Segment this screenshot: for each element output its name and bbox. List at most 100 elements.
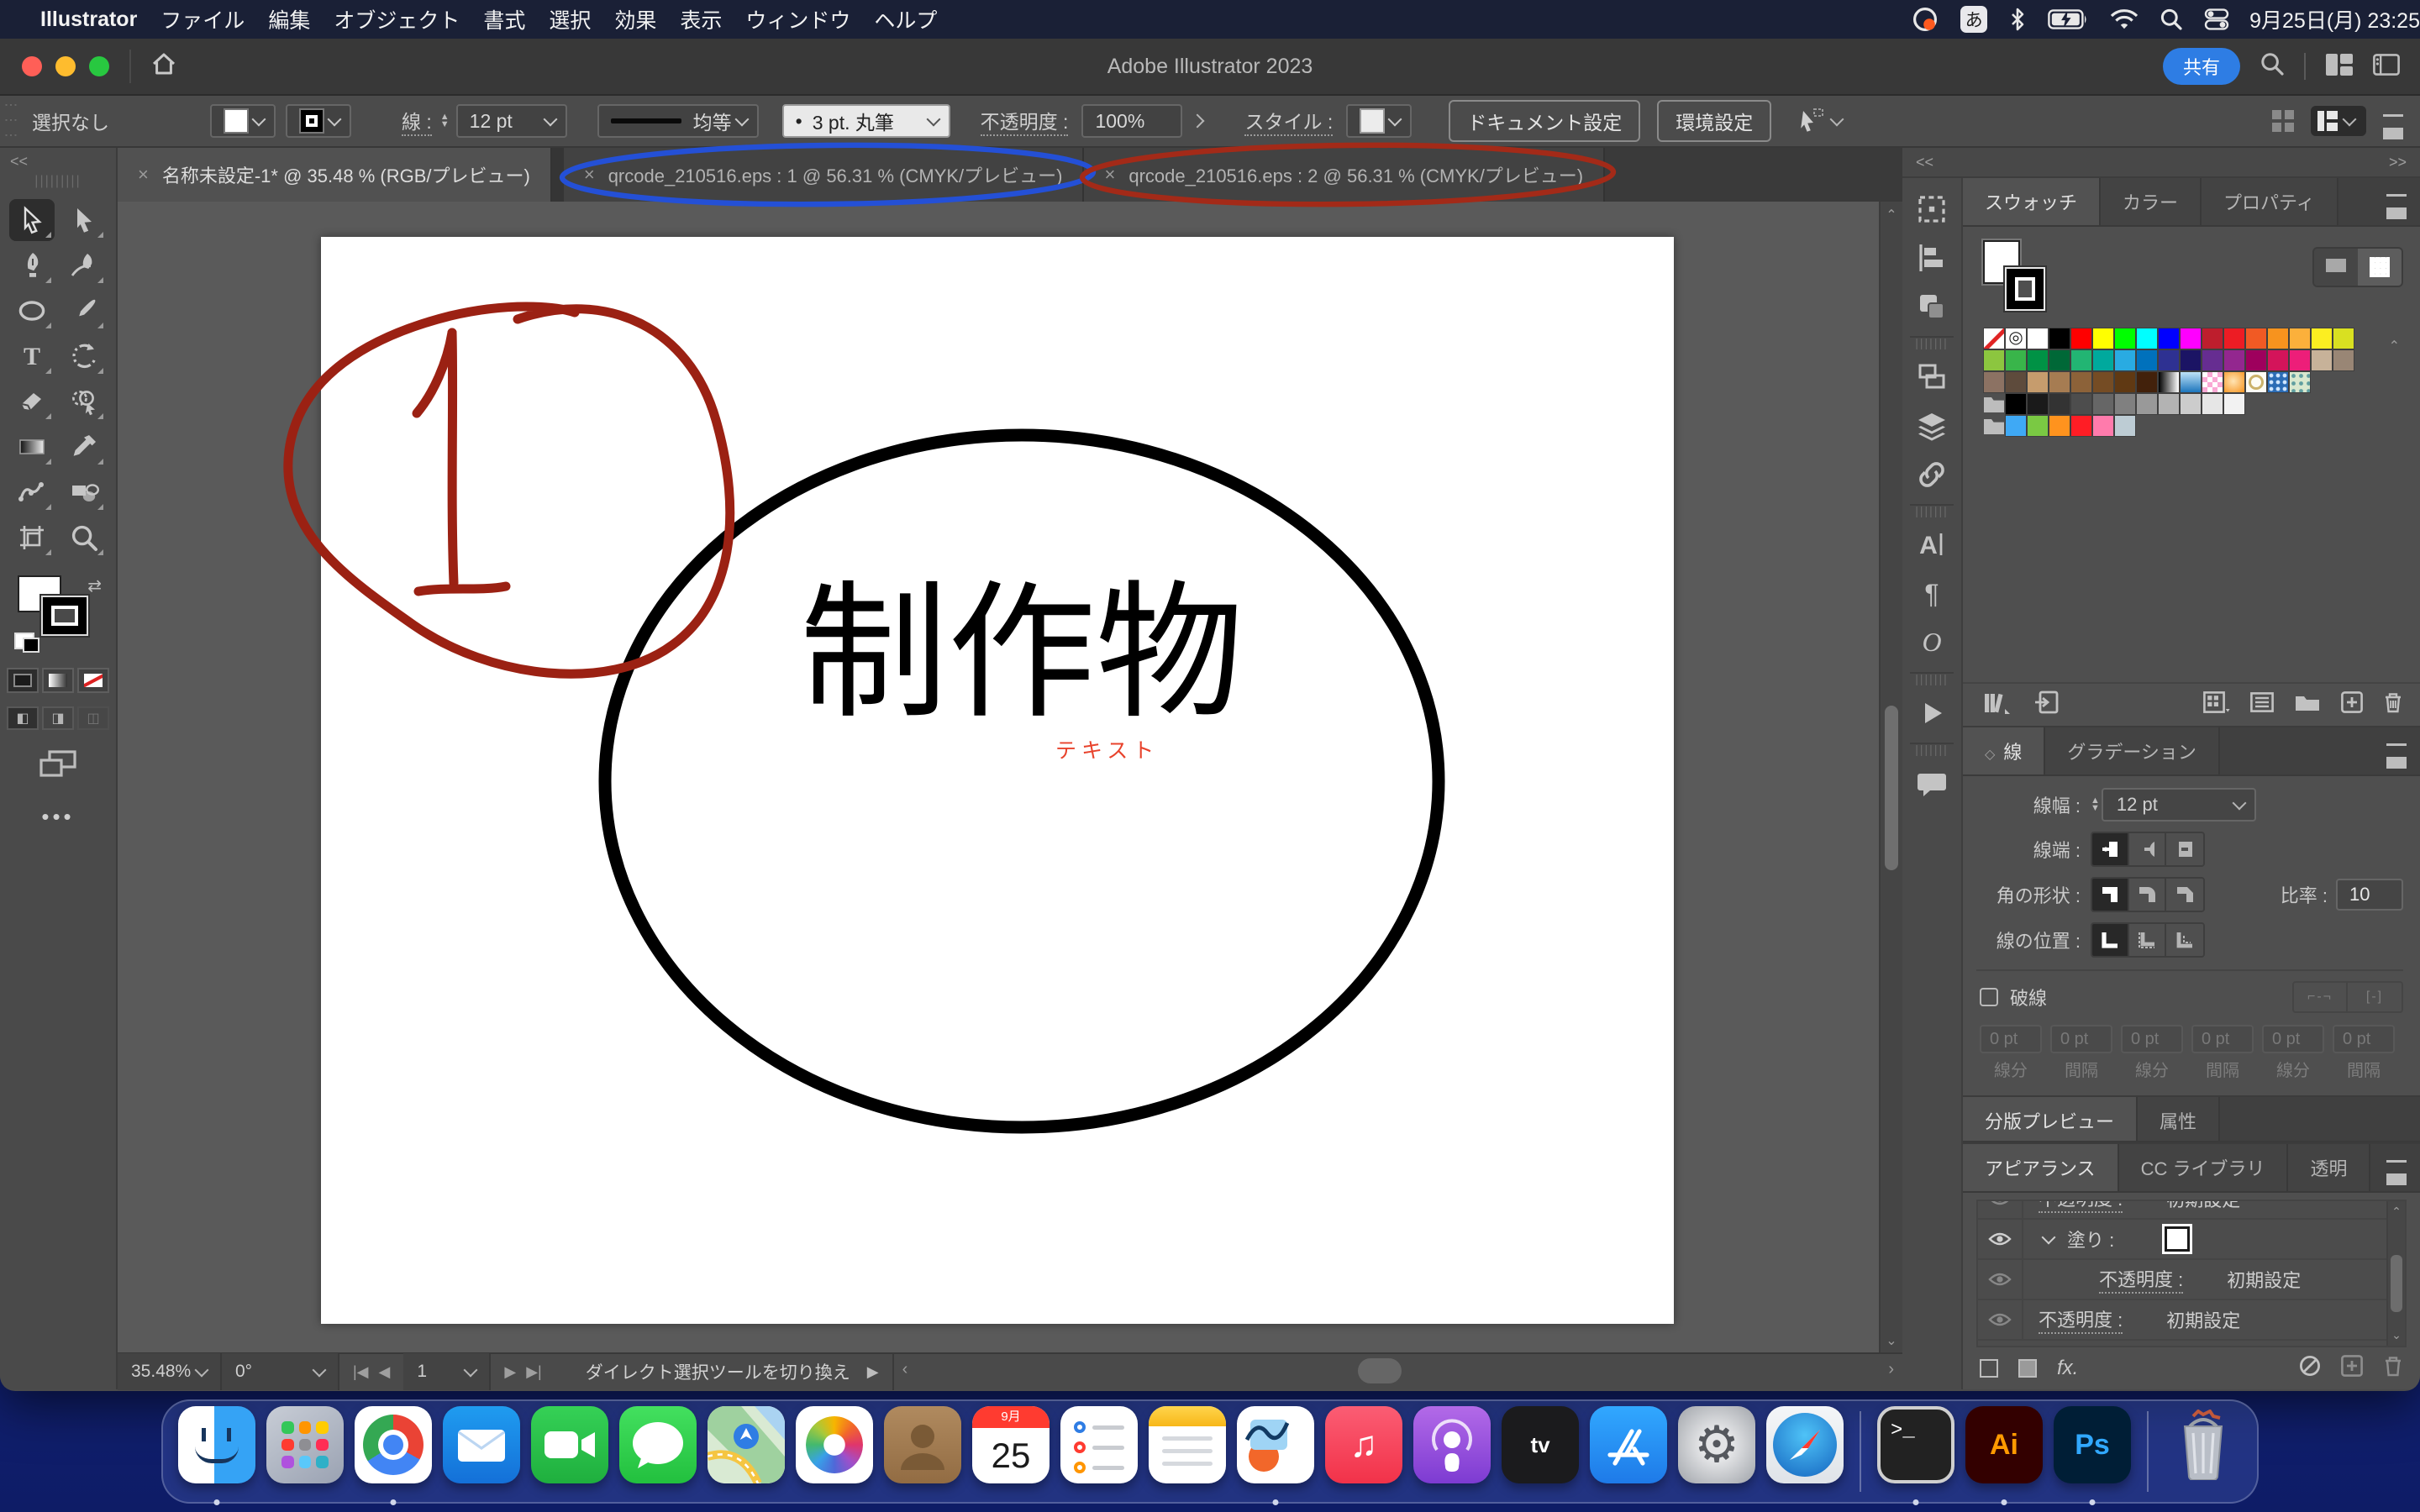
swatch-000000[interactable]: [2005, 393, 2027, 415]
cap-butt-icon[interactable]: [2092, 833, 2129, 865]
pen-tool[interactable]: [9, 244, 55, 286]
stroke-proxy[interactable]: [41, 596, 88, 636]
swatch-0071BC[interactable]: [2136, 349, 2158, 371]
control-center-icon[interactable]: [2204, 8, 2229, 30]
scroll-left-icon[interactable]: ‹: [902, 1360, 908, 1379]
swatch-3FA9F5[interactable]: [2005, 415, 2027, 437]
rotate-tool[interactable]: [61, 335, 107, 377]
spotlight-icon[interactable]: [2160, 8, 2182, 30]
swatch-B3B3B3[interactable]: [2158, 393, 2180, 415]
type-tool[interactable]: T: [9, 335, 55, 377]
document-tab-2[interactable]: ×qrcode_210516.eps : 1 @ 56.31 % (CMYK/プ…: [564, 148, 1085, 202]
swatch-F2F2F2[interactable]: [2223, 393, 2245, 415]
edit-toolbar-icon[interactable]: •••: [41, 804, 74, 830]
swatch-39B54A[interactable]: [2005, 349, 2027, 371]
brush-dropdown[interactable]: •3 pt. 丸筆: [782, 104, 950, 138]
stroke-width-dropdown[interactable]: 12 pt: [456, 104, 567, 138]
tab-gradient[interactable]: グラデーション: [2045, 727, 2220, 774]
shape-builder-tool[interactable]: [61, 381, 107, 423]
swatch-D4145A[interactable]: [2267, 349, 2289, 371]
swatch-29ABE2[interactable]: [2114, 349, 2136, 371]
ellipse-tool[interactable]: [9, 290, 55, 332]
new-stroke-icon[interactable]: [1980, 1359, 1998, 1378]
swatch-libraries-icon[interactable]: [1983, 690, 2013, 719]
panel-toggle-icon[interactable]: [2373, 51, 2400, 82]
swatch-E6E6E6[interactable]: [2202, 393, 2223, 415]
swatch-pat-green[interactable]: [2289, 371, 2311, 393]
swatch-FFFF00[interactable]: [2092, 328, 2114, 349]
stroke-color-dropdown[interactable]: [286, 104, 351, 138]
opacity-field[interactable]: 100%: [1081, 104, 1182, 138]
style-label[interactable]: スタイル :: [1244, 106, 1333, 136]
swatches-fill-stroke-proxy[interactable]: [1983, 240, 2060, 311]
swatches-panel-menu-icon[interactable]: [2386, 191, 2407, 213]
align-panel-icon[interactable]: [1907, 234, 1957, 282]
menu-効果[interactable]: 効果: [614, 9, 656, 33]
dock-mail[interactable]: [443, 1406, 520, 1497]
tab-swatches[interactable]: スウォッチ: [1963, 178, 2101, 225]
swatch-0000FF[interactable]: [2158, 328, 2180, 349]
appearance-scroll-up-icon[interactable]: ⌃: [2388, 1205, 2405, 1219]
dock-trash[interactable]: [2165, 1406, 2242, 1497]
swatch-999999[interactable]: [2136, 393, 2158, 415]
dock-podcasts[interactable]: [1413, 1406, 1491, 1497]
swatch-registration[interactable]: ◎: [2005, 328, 2027, 349]
workspace-switcher-icon[interactable]: [2326, 51, 2353, 82]
swatch-808080[interactable]: [2114, 393, 2136, 415]
dock-finder[interactable]: [178, 1406, 255, 1497]
document-tab-3[interactable]: ×qrcode_210516.eps : 2 @ 56.31 % (CMYK/プ…: [1084, 148, 1605, 202]
swatch-00FFFF[interactable]: [2136, 328, 2158, 349]
dashed-line-checkbox[interactable]: [1980, 988, 1998, 1006]
fill-color-chip[interactable]: [2165, 1226, 2190, 1252]
horizontal-scroll-thumb[interactable]: [1358, 1358, 1402, 1383]
close-window-button[interactable]: [22, 56, 42, 76]
expand-fill-icon[interactable]: [2042, 1231, 2056, 1245]
stroke-weight-dropdown[interactable]: 12 pt: [2102, 788, 2256, 822]
clear-appearance-icon[interactable]: [2299, 1355, 2321, 1382]
character-panel-icon[interactable]: A: [1907, 521, 1957, 570]
dock-photoshop[interactable]: Ps: [2054, 1406, 2131, 1497]
scroll-up-icon[interactable]: ⌃: [1886, 207, 1897, 223]
selection-tool[interactable]: [9, 199, 55, 241]
align-center-icon[interactable]: [2092, 924, 2129, 956]
document-tab-1[interactable]: ×名称未設定-1* @ 35.48 % (RGB/プレビュー): [118, 148, 552, 202]
arrange-documents-icon[interactable]: [2272, 110, 2294, 132]
tab-transparency[interactable]: 透明: [2288, 1144, 2370, 1191]
swatch-scroll-icon[interactable]: ⌃: [2389, 338, 2400, 354]
direct-selection-tool[interactable]: [61, 199, 107, 241]
comments-panel-icon[interactable]: [1907, 759, 1957, 808]
swatch-grad-bw[interactable]: [2158, 371, 2180, 393]
visibility-eye-icon[interactable]: [1978, 1231, 2022, 1247]
swatch-C69C6D[interactable]: [2027, 371, 2049, 393]
appearance-row-3[interactable]: 不透明度 :初期設定: [1978, 1260, 2405, 1300]
dock-tv[interactable]: tv: [1502, 1406, 1579, 1497]
swatch-754C24[interactable]: [2092, 371, 2114, 393]
hidden-text[interactable]: テキスト: [1055, 734, 1159, 764]
symbols-tool[interactable]: [61, 471, 107, 513]
stroke-width-stepper[interactable]: ▲▼: [440, 113, 450, 129]
dash-value[interactable]: 0 pt: [2050, 1025, 2112, 1053]
close-tab-icon[interactable]: ×: [584, 164, 595, 186]
swatch-grad-orange[interactable]: [2223, 371, 2245, 393]
swatch-FFFFFF[interactable]: [2027, 328, 2049, 349]
battery-icon[interactable]: [2048, 9, 2088, 29]
actions-panel-icon[interactable]: [1907, 689, 1957, 738]
swatch-list-view-icon[interactable]: [2314, 249, 2358, 286]
dash-value[interactable]: 0 pt: [2262, 1025, 2324, 1053]
dock-launchpad[interactable]: [266, 1406, 344, 1497]
delete-item-icon[interactable]: [2383, 1355, 2403, 1382]
duplicate-item-icon[interactable]: [2341, 1355, 2363, 1382]
dock-music[interactable]: ♫: [1325, 1406, 1402, 1497]
swatch-none[interactable]: [1983, 328, 2005, 349]
menu-bar-clock[interactable]: 9月25日(月) 23:25: [2249, 4, 2420, 34]
screen-mode-icon[interactable]: [39, 750, 76, 784]
dock-contacts[interactable]: [884, 1406, 961, 1497]
appearance-row-2[interactable]: 塗り :: [1978, 1220, 2405, 1260]
tab-separations-preview[interactable]: 分版プレビュー: [1963, 1097, 2138, 1141]
join-miter-icon[interactable]: [2092, 879, 2129, 911]
panel-list-icon[interactable]: [2383, 114, 2403, 128]
bluetooth-icon[interactable]: [2009, 8, 2026, 31]
miter-limit-field[interactable]: 10: [2336, 879, 2403, 911]
collapse-panels-icon[interactable]: >>: [2389, 154, 2407, 171]
stroke-weight-stepper[interactable]: ▲▼: [2091, 797, 2100, 812]
